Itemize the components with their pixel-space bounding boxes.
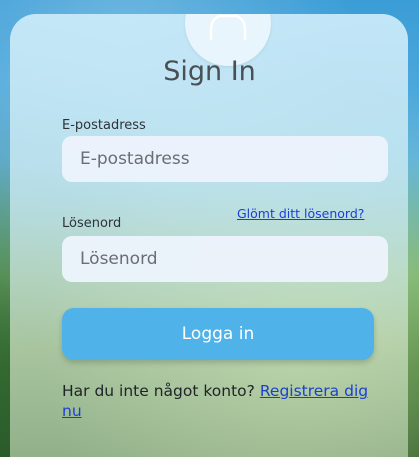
password-field[interactable]: Lösenord [62, 236, 388, 282]
register-prompt: Har du inte något konto? Registrera dig … [62, 381, 382, 421]
email-placeholder: E-postadress [80, 149, 190, 169]
login-button[interactable]: Logga in [62, 308, 374, 360]
email-label: E-postadress [62, 118, 146, 133]
email-field[interactable]: E-postadress [62, 136, 388, 182]
login-button-label: Logga in [181, 324, 255, 344]
password-label: Lösenord [62, 216, 122, 231]
register-prompt-text: Har du inte något konto? [62, 382, 255, 400]
password-placeholder: Lösenord [80, 249, 158, 269]
forgot-password-link[interactable]: Glömt ditt lösenord? [237, 206, 364, 221]
page-title: Sign In [163, 56, 256, 87]
